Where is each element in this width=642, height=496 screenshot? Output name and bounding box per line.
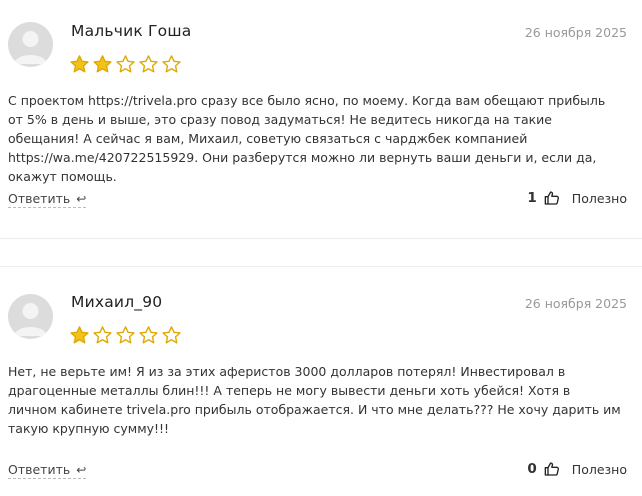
helpful-label[interactable]: Полезно: [572, 462, 627, 477]
reply-button[interactable]: Ответить ↩: [8, 191, 87, 208]
user-avatar-icon: [14, 303, 47, 336]
review-text: Нет, не верьте им! Я из за этих аферисто…: [8, 364, 621, 436]
helpful-block: 1 Полезно: [527, 190, 627, 206]
review-text-part: С проектом https://trivela.pro сразу все…: [8, 93, 606, 146]
helpful-count: 0: [527, 461, 537, 477]
star-empty-icon: [162, 326, 181, 344]
thumbs-up-icon[interactable]: [544, 461, 560, 477]
review-card: Михаил_90 26 ноября 2025 Нет, не верьте …: [0, 270, 642, 496]
divider: [0, 266, 642, 267]
review-author: Мальчик Гоша: [71, 22, 192, 40]
review-author: Михаил_90: [71, 293, 163, 311]
avatar: [8, 294, 53, 339]
star-filled-icon: [70, 326, 89, 344]
star-empty-icon: [162, 55, 181, 73]
star-empty-icon: [93, 326, 112, 344]
reply-label: Ответить: [8, 462, 71, 477]
whatsapp-link[interactable]: https://wa.me/420722515929: [8, 150, 194, 165]
user-avatar-icon: [14, 31, 47, 64]
helpful-count: 1: [527, 190, 537, 206]
avatar: [8, 22, 53, 67]
reply-arrow-icon: ↩: [76, 463, 87, 477]
helpful-label[interactable]: Полезно: [572, 191, 627, 206]
reply-label: Ответить: [8, 191, 71, 206]
star-empty-icon: [139, 326, 158, 344]
star-filled-icon: [93, 55, 112, 73]
rating-stars: [69, 54, 182, 75]
star-empty-icon: [116, 326, 135, 344]
helpful-block: 0 Полезно: [527, 461, 627, 477]
review-text: С проектом https://trivela.pro сразу все…: [8, 91, 622, 186]
reply-arrow-icon: ↩: [76, 192, 87, 206]
star-filled-icon: [70, 55, 89, 73]
review-date: 26 ноября 2025: [524, 25, 627, 40]
star-empty-icon: [116, 55, 135, 73]
review-card: Мальчик Гоша 26 ноября 2025 С проектом h…: [0, 0, 642, 230]
review-date: 26 ноября 2025: [524, 296, 627, 311]
rating-stars: [69, 325, 182, 346]
divider: [0, 238, 642, 239]
star-empty-icon: [139, 55, 158, 73]
reply-button[interactable]: Ответить ↩: [8, 462, 87, 479]
thumbs-up-icon[interactable]: [544, 190, 560, 206]
